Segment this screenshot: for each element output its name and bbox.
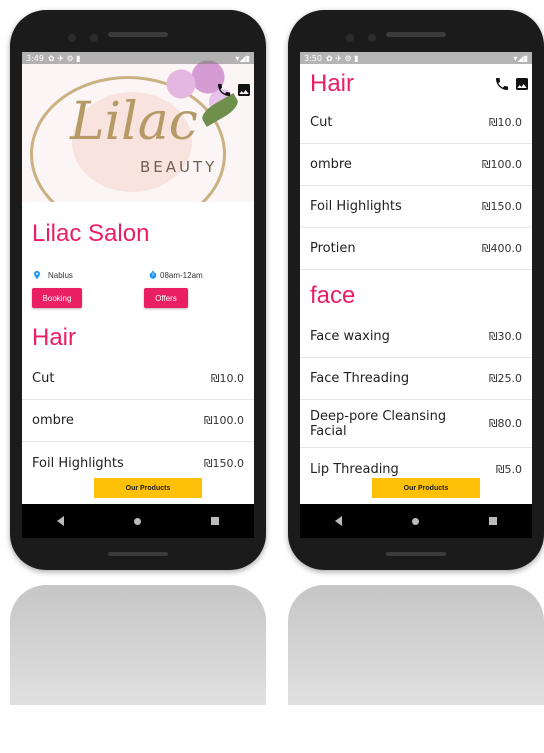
- service-row[interactable]: Protien ₪400.0: [300, 228, 532, 270]
- bottom-speaker: [108, 552, 168, 556]
- service-row[interactable]: Foil Highlights ₪150.0: [300, 186, 532, 228]
- service-price: ₪80.0: [488, 417, 522, 430]
- screen: Lilac BEAUTY 3:49 ✿ ✈ ⚙ ▮ ▾◢▮ Lilac Salo…: [22, 52, 254, 504]
- front-sensor: [368, 34, 376, 42]
- status-time: 3:50: [304, 53, 322, 63]
- location-pin-icon: [34, 270, 40, 280]
- front-camera: [68, 34, 76, 42]
- salon-logo-banner: Lilac BEAUTY: [22, 52, 254, 202]
- offers-button[interactable]: Offers: [144, 288, 188, 308]
- home-nav-icon[interactable]: [412, 517, 419, 525]
- service-name: ombre: [32, 413, 74, 428]
- location-text: Nablus: [48, 270, 73, 280]
- service-row[interactable]: Face Threading ₪25.0: [300, 358, 532, 400]
- status-signal-battery: ▾◢▮: [513, 53, 528, 63]
- section-title-hair: Hair: [310, 70, 355, 97]
- screen: 3:50 ✿ ✈ ⚙ ▮ ▾◢▮ Hair Cut ₪10.0 ombre ₪1…: [300, 52, 532, 504]
- navigation-bar: [22, 504, 254, 538]
- image-icon[interactable]: [514, 76, 530, 92]
- reflection-body: [10, 585, 266, 705]
- status-icons: ✿ ✈ ⚙ ▮: [325, 53, 359, 63]
- service-row[interactable]: Face waxing ₪30.0: [300, 316, 532, 358]
- section-title-hair: Hair: [32, 324, 77, 351]
- service-price: ₪150.0: [203, 456, 244, 470]
- logo-beauty-text: BEAUTY: [140, 158, 218, 176]
- our-products-button[interactable]: Our Products: [94, 478, 202, 498]
- service-name: Deep-pore Cleansing Facial: [310, 408, 447, 439]
- recents-nav-icon[interactable]: [211, 517, 219, 525]
- timer-icon: [149, 270, 157, 279]
- service-name: Face waxing: [310, 329, 390, 344]
- phone-left: Lilac BEAUTY 3:49 ✿ ✈ ⚙ ▮ ▾◢▮ Lilac Salo…: [10, 10, 266, 570]
- salon-title: Lilac Salon: [32, 220, 150, 247]
- image-icon[interactable]: [236, 82, 252, 98]
- status-time: 3:49: [26, 53, 44, 63]
- reflection-body: [288, 585, 544, 705]
- front-sensor: [90, 34, 98, 42]
- phone-icon[interactable]: [494, 76, 510, 92]
- front-camera: [346, 34, 354, 42]
- our-products-button[interactable]: Our Products: [372, 478, 480, 498]
- status-signal-battery: ▾◢▮: [235, 53, 250, 63]
- recents-nav-icon[interactable]: [489, 517, 497, 525]
- logo-script-text: Lilac: [70, 92, 198, 152]
- booking-button[interactable]: Booking: [32, 288, 82, 308]
- back-nav-icon[interactable]: [57, 516, 64, 526]
- service-row[interactable]: ombre ₪100.0: [22, 400, 254, 442]
- service-row[interactable]: Cut ₪10.0: [300, 102, 532, 144]
- service-price: ₪5.0: [495, 462, 522, 476]
- service-name: Cut: [32, 371, 55, 386]
- service-name: Cut: [310, 115, 333, 130]
- phone-icon[interactable]: [216, 82, 232, 98]
- service-price: ₪100.0: [203, 414, 244, 427]
- navigation-bar: [300, 504, 532, 538]
- status-bar: 3:50 ✿ ✈ ⚙ ▮ ▾◢▮: [300, 52, 532, 64]
- service-price: ₪400.0: [481, 242, 522, 255]
- service-name: Face Threading: [310, 371, 410, 386]
- service-row[interactable]: ombre ₪100.0: [300, 144, 532, 186]
- hours-info: 08am-12am: [148, 270, 203, 280]
- location-info: Nablus: [32, 270, 73, 280]
- service-price: ₪10.0: [488, 116, 522, 129]
- status-bar: 3:49 ✿ ✈ ⚙ ▮ ▾◢▮: [22, 52, 254, 64]
- service-row[interactable]: Deep-pore Cleansing Facial ₪80.0: [300, 400, 532, 448]
- service-price: ₪10.0: [210, 372, 244, 385]
- back-nav-icon[interactable]: [335, 516, 342, 526]
- service-row[interactable]: Cut ₪10.0: [22, 358, 254, 400]
- speaker-grille: [386, 32, 446, 37]
- service-name: Foil Highlights: [310, 199, 402, 214]
- phone-reflection-right: [288, 585, 544, 753]
- phone-right: 3:50 ✿ ✈ ⚙ ▮ ▾◢▮ Hair Cut ₪10.0 ombre ₪1…: [288, 10, 544, 570]
- service-price: ₪30.0: [488, 330, 522, 343]
- service-name: Protien: [310, 241, 356, 256]
- phone-reflection-left: [10, 585, 266, 753]
- home-nav-icon[interactable]: [134, 517, 141, 525]
- service-price: ₪150.0: [481, 200, 522, 213]
- service-name: Lip Threading: [310, 461, 399, 477]
- status-icons: ✿ ✈ ⚙ ▮: [47, 53, 81, 63]
- speaker-grille: [108, 32, 168, 37]
- bottom-speaker: [386, 552, 446, 556]
- service-price: ₪25.0: [488, 372, 522, 385]
- service-name: Foil Highlights: [32, 455, 124, 471]
- hours-text: 08am-12am: [160, 270, 203, 280]
- service-price: ₪100.0: [481, 158, 522, 171]
- service-name: ombre: [310, 157, 352, 172]
- section-title-face: face: [310, 282, 356, 309]
